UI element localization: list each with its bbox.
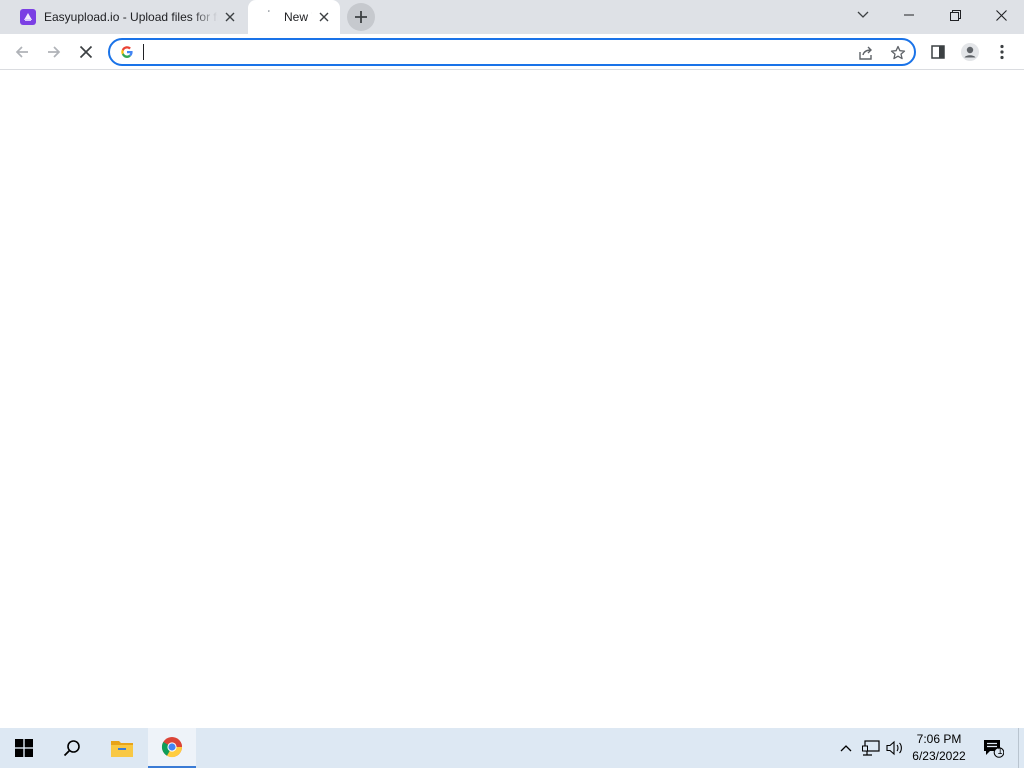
stop-icon — [79, 45, 93, 59]
back-button[interactable] — [8, 38, 36, 66]
new-tab-button[interactable] — [347, 3, 375, 31]
close-icon — [995, 9, 1007, 21]
file-explorer-icon — [111, 741, 133, 757]
tab-easyupload[interactable]: Easyupload.io - Upload files for free — [8, 0, 246, 34]
show-desktop-button[interactable] — [1018, 728, 1024, 768]
star-icon — [890, 45, 906, 60]
notifications-button[interactable]: 1 — [981, 738, 1005, 758]
show-hidden-icons-button[interactable] — [836, 738, 856, 758]
stop-loading-button[interactable] — [72, 38, 100, 66]
close-tab-icon[interactable] — [222, 9, 238, 25]
volume-button[interactable] — [885, 738, 905, 758]
profile-button[interactable] — [956, 38, 984, 66]
volume-icon — [886, 740, 902, 756]
side-panel-button[interactable] — [924, 38, 952, 66]
minimize-button[interactable] — [886, 0, 932, 30]
close-window-button[interactable] — [978, 0, 1024, 30]
file-explorer-button[interactable] — [98, 728, 146, 768]
tab-strip: Easyupload.io - Upload files for free Ne… — [0, 0, 1024, 34]
restore-button[interactable] — [932, 0, 978, 30]
page-content — [0, 71, 1024, 728]
tab-title: Easyupload.io - Upload files for free — [44, 10, 218, 24]
network-button[interactable] — [861, 738, 881, 758]
google-icon — [121, 46, 133, 58]
arrow-right-icon — [48, 46, 61, 58]
share-button[interactable] — [856, 43, 876, 63]
avatar-icon — [961, 43, 979, 61]
chevron-down-icon — [857, 11, 869, 18]
minimize-icon — [904, 14, 914, 16]
tab-title: New Tab — [284, 10, 312, 24]
tab-new-tab[interactable]: New Tab — [248, 0, 340, 34]
chevron-up-icon — [840, 745, 852, 752]
side-panel-icon — [931, 45, 945, 59]
bookmark-button[interactable] — [888, 43, 908, 63]
plus-icon — [355, 11, 367, 23]
taskbar-search-button[interactable] — [48, 728, 96, 768]
notification-count: 1 — [997, 746, 1003, 756]
clock-time: 7:06 PM — [916, 732, 962, 746]
clock-date: 6/23/2022 — [912, 749, 966, 763]
restore-icon — [949, 9, 961, 21]
share-icon — [859, 46, 872, 60]
system-clock[interactable]: 7:06 PM 6/23/2022 — [904, 731, 974, 767]
close-tab-icon[interactable] — [316, 9, 332, 25]
chrome-icon — [161, 737, 183, 758]
browser-toolbar — [0, 34, 1024, 70]
address-bar[interactable] — [108, 38, 916, 66]
loading-spinner-icon — [267, 10, 270, 12]
menu-button[interactable] — [988, 38, 1016, 66]
text-cursor — [143, 44, 144, 60]
forward-button[interactable] — [40, 38, 68, 66]
search-icon — [63, 740, 80, 757]
windows-taskbar: 7:06 PM 6/23/2022 1 — [0, 728, 1024, 768]
easyupload-favicon-icon — [20, 9, 36, 25]
address-input[interactable] — [142, 43, 842, 61]
network-icon — [862, 740, 880, 756]
chrome-taskbar-button[interactable] — [148, 728, 196, 768]
more-vert-icon — [1000, 44, 1004, 60]
start-icon — [15, 739, 33, 757]
start-button[interactable] — [0, 728, 48, 768]
tab-search-button[interactable] — [840, 0, 886, 30]
arrow-left-icon — [15, 46, 28, 58]
